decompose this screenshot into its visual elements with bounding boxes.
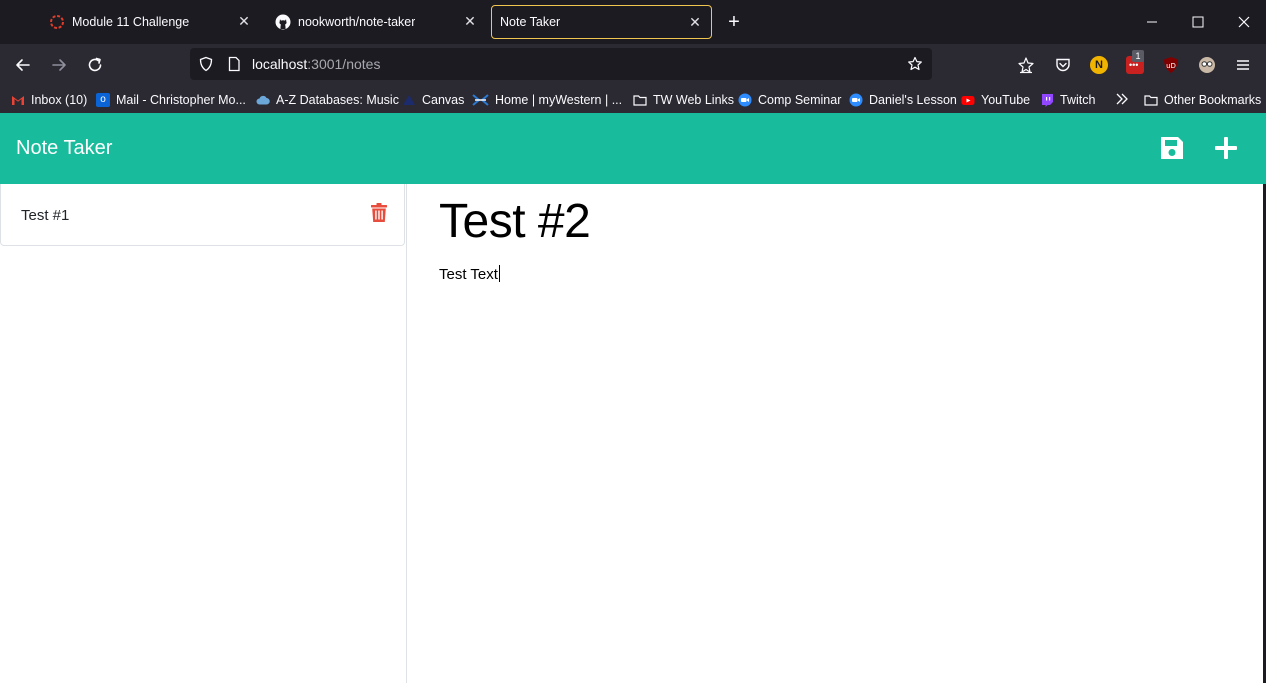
app-header: Note Taker bbox=[0, 113, 1266, 184]
twitch-icon bbox=[1042, 94, 1053, 107]
save-note-icon[interactable] bbox=[1158, 134, 1186, 162]
page-icon bbox=[228, 56, 240, 72]
bookmark-label: Comp Seminar bbox=[758, 93, 842, 107]
svg-text:uD: uD bbox=[1166, 62, 1176, 70]
cloud-icon bbox=[256, 95, 270, 105]
bookmark-label: Daniel's Lesson bbox=[869, 93, 957, 107]
western-icon bbox=[472, 94, 489, 106]
tab-title: nookworth/note-taker bbox=[298, 15, 416, 29]
bookmark-daniels-lesson[interactable]: Daniel's Lesson bbox=[849, 91, 957, 109]
note-list-item-title: Test #1 bbox=[21, 207, 70, 224]
youtube-icon bbox=[961, 96, 975, 105]
tab-title: Module 11 Challenge bbox=[72, 15, 190, 29]
canvas-icon bbox=[50, 15, 64, 29]
close-tab-icon[interactable]: ✕ bbox=[687, 14, 703, 30]
gmail-icon bbox=[12, 96, 24, 105]
folder-icon bbox=[633, 95, 647, 106]
note-title-input[interactable]: Test #2 bbox=[439, 194, 591, 249]
chevron-double-right-icon[interactable] bbox=[1115, 92, 1129, 106]
new-note-icon[interactable] bbox=[1212, 134, 1240, 162]
bookmark-comp-seminar[interactable]: Comp Seminar bbox=[738, 91, 841, 109]
extension-badge: 1 bbox=[1132, 50, 1144, 62]
outlook-icon: o bbox=[96, 93, 110, 107]
extension-avatar-icon[interactable]: N bbox=[1090, 56, 1108, 74]
note-list: Test #1 bbox=[0, 184, 407, 683]
bookmark-inbox[interactable]: Inbox (10) bbox=[11, 91, 87, 109]
browser-tab-module-11[interactable]: Module 11 Challenge ✕ bbox=[40, 5, 260, 39]
bookmark-canvas[interactable]: Canvas bbox=[402, 91, 464, 109]
canvas-icon bbox=[403, 95, 415, 105]
github-icon bbox=[275, 14, 291, 30]
ublock-icon[interactable]: uD bbox=[1162, 56, 1180, 74]
close-window-icon[interactable] bbox=[1234, 12, 1254, 32]
back-icon[interactable] bbox=[13, 55, 33, 75]
browser-tab-note-taker[interactable]: Note Taker ✕ bbox=[491, 5, 712, 39]
pocket-icon[interactable] bbox=[1054, 56, 1072, 74]
note-text-area[interactable]: Test Text bbox=[439, 265, 500, 283]
bookmark-label: Mail - Christopher Mo... bbox=[116, 93, 246, 107]
bookmark-label: TW Web Links bbox=[653, 93, 735, 107]
zoom-icon bbox=[849, 93, 863, 107]
bookmark-mywestern[interactable]: Home | myWestern | ... bbox=[472, 91, 622, 109]
profile-avatar-icon[interactable] bbox=[1198, 56, 1216, 74]
browser-nav-bar: localhost:3001/notes N ••• 1 uD bbox=[0, 44, 1266, 86]
bookmark-tw-web-links[interactable]: TW Web Links bbox=[633, 91, 734, 109]
url-path: :3001/notes bbox=[307, 56, 381, 72]
delete-note-icon[interactable] bbox=[371, 203, 387, 222]
bookmark-label: A-Z Databases: Music bbox=[276, 93, 399, 107]
bookmark-az-databases[interactable]: A-Z Databases: Music bbox=[256, 91, 399, 109]
browser-tab-bar: Module 11 Challenge ✕ nookworth/note-tak… bbox=[0, 0, 1266, 44]
url-text[interactable]: localhost:3001/notes bbox=[252, 56, 380, 72]
maximize-icon[interactable] bbox=[1188, 12, 1208, 32]
new-tab-icon[interactable]: + bbox=[724, 12, 744, 32]
text-caret bbox=[498, 265, 500, 282]
extension-avatar-letter: N bbox=[1095, 59, 1103, 71]
folder-icon bbox=[1144, 95, 1158, 106]
bookmark-label: YouTube bbox=[981, 93, 1031, 107]
note-text-content: Test Text bbox=[439, 266, 498, 283]
bookmark-label: Other Bookmarks bbox=[1164, 93, 1262, 107]
close-tab-icon[interactable]: ✕ bbox=[236, 13, 252, 29]
reading-list-icon[interactable] bbox=[1017, 56, 1035, 74]
shield-icon[interactable] bbox=[198, 56, 214, 72]
bookmarks-bar: Inbox (10) o Mail - Christopher Mo... A-… bbox=[0, 86, 1266, 113]
menu-icon[interactable] bbox=[1234, 56, 1252, 74]
app-title[interactable]: Note Taker bbox=[16, 137, 112, 160]
reload-icon[interactable] bbox=[85, 55, 105, 75]
bookmark-label: Home | myWestern | ... bbox=[495, 93, 623, 107]
bookmark-label: Inbox (10) bbox=[31, 93, 88, 107]
bookmark-other-bookmarks[interactable]: Other Bookmarks bbox=[1144, 91, 1261, 109]
bookmark-twitch[interactable]: Twitch bbox=[1040, 91, 1095, 109]
extension-lastpass-icon[interactable]: ••• 1 bbox=[1126, 50, 1144, 74]
tab-title: Note Taker bbox=[500, 15, 561, 29]
browser-tab-github[interactable]: nookworth/note-taker ✕ bbox=[266, 5, 486, 39]
bookmark-star-icon[interactable] bbox=[907, 56, 923, 72]
bookmark-mail[interactable]: o Mail - Christopher Mo... bbox=[96, 91, 246, 109]
bookmark-label: Twitch bbox=[1060, 93, 1096, 107]
zoom-icon bbox=[738, 93, 752, 107]
bookmark-label: Canvas bbox=[422, 93, 465, 107]
url-host: localhost bbox=[252, 56, 308, 72]
close-tab-icon[interactable]: ✕ bbox=[462, 13, 478, 29]
minimize-icon[interactable] bbox=[1142, 12, 1162, 32]
url-bar[interactable]: localhost:3001/notes bbox=[190, 48, 932, 80]
forward-icon[interactable] bbox=[49, 55, 69, 75]
bookmark-youtube[interactable]: YouTube bbox=[961, 91, 1030, 109]
note-editor: Test #2 Test Text bbox=[407, 184, 1263, 683]
note-list-item[interactable]: Test #1 bbox=[0, 184, 405, 246]
